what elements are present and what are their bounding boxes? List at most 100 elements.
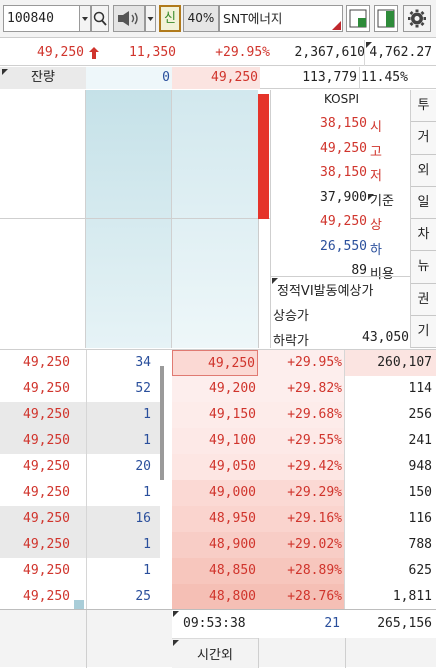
- bid-price[interactable]: 49,000: [172, 480, 258, 506]
- trade-row: 49,250 20: [0, 454, 160, 480]
- corner-mark-icon: [173, 611, 179, 617]
- down-label: 하락가: [273, 334, 309, 349]
- stock-code-input[interactable]: 100840: [3, 5, 80, 32]
- info-row: 49,250 고: [271, 141, 412, 163]
- margin-rate-badge: 40%: [183, 5, 219, 32]
- bid-price[interactable]: 48,800: [172, 584, 258, 610]
- bid-price[interactable]: 49,250: [172, 350, 258, 376]
- after-hours-cell[interactable]: 시간외: [172, 638, 258, 668]
- search-icon: [93, 11, 107, 26]
- bid-row[interactable]: 49,250 +29.95% 260,107: [172, 350, 436, 376]
- code-dropdown-button[interactable]: [79, 5, 91, 32]
- bid-row[interactable]: 48,950 +29.16% 116: [172, 506, 436, 532]
- trade-qty: 1: [143, 485, 151, 500]
- bid-row[interactable]: 48,850 +28.89% 625: [172, 558, 436, 584]
- side-tab[interactable]: 일: [411, 186, 436, 219]
- sound-button[interactable]: [113, 5, 145, 32]
- ask-price-column: [172, 90, 258, 348]
- trade-row: 49,250 34: [0, 350, 160, 376]
- sound-dropdown-button[interactable]: [145, 5, 156, 32]
- toolbar: 100840 신 40% SNT에너지: [0, 0, 436, 38]
- bid-qty: 788: [344, 532, 436, 558]
- corner-mark-icon: [2, 69, 8, 75]
- bid-rate: +28.89%: [258, 558, 344, 584]
- layout-toggle-button[interactable]: [346, 5, 370, 32]
- bid-qty: 241: [344, 428, 436, 454]
- bid-rate: +29.42%: [258, 454, 344, 480]
- ask-total-remain: 0: [86, 67, 172, 89]
- trade-row: 49,250 1: [0, 428, 160, 454]
- bid-total-footer: 265,156: [377, 616, 432, 631]
- stock-name-field[interactable]: SNT에너지: [219, 5, 343, 32]
- info-row: 38,150 저: [271, 165, 412, 187]
- trade-row: 49,250 16: [0, 506, 160, 532]
- bid-qty: 1,811: [344, 584, 436, 610]
- trade-price: 49,250: [23, 589, 70, 604]
- bid-rate: +29.02%: [258, 532, 344, 558]
- bid-price[interactable]: 49,150: [172, 402, 258, 428]
- side-tab[interactable]: 뉴: [411, 251, 436, 284]
- side-tab[interactable]: 외: [411, 154, 436, 187]
- trade-row: 49,250 1: [0, 558, 160, 584]
- trade-qty: 1: [143, 563, 151, 578]
- side-tab[interactable]: 거: [411, 122, 436, 155]
- info-row-label: 하: [370, 242, 382, 258]
- chevron-down-icon: [82, 17, 88, 21]
- bid-row[interactable]: 49,050 +29.42% 948: [172, 454, 436, 480]
- trade-qty: 34: [135, 355, 151, 370]
- margin-rate: 40%: [187, 11, 215, 25]
- layout-toggle-button-2[interactable]: [374, 5, 398, 32]
- footer-summary: 09:53:38 21 265,156: [172, 610, 436, 638]
- lower-limit-bar: [258, 219, 270, 348]
- info-row: 37,900 기준: [271, 190, 412, 212]
- scrollbar-thumb[interactable]: [160, 366, 164, 480]
- credit-label: 신: [164, 11, 176, 26]
- vi-label: 정적VI발동예상가: [277, 284, 374, 299]
- side-tab[interactable]: 기: [411, 315, 436, 348]
- info-row-value: 26,550: [320, 238, 367, 254]
- bid-row[interactable]: 49,000 +29.29% 150: [172, 480, 436, 506]
- trade-row: 49,250 52: [0, 376, 160, 402]
- index-value: 4,762.27: [369, 45, 432, 60]
- trade-price: 49,250: [23, 407, 70, 422]
- trade-volume: 2,367,610: [294, 45, 365, 60]
- bid-qty: 625: [344, 558, 436, 584]
- info-row-label: 상: [370, 218, 382, 233]
- up-label: 상승가: [273, 309, 309, 324]
- bid-qty: 256: [344, 402, 436, 428]
- remain-price: 49,250: [172, 67, 260, 89]
- info-row-value: 38,150: [320, 165, 367, 180]
- bid-price[interactable]: 49,200: [172, 376, 258, 402]
- trade-qty: 16: [135, 511, 151, 526]
- bid-row[interactable]: 49,100 +29.55% 241: [172, 428, 436, 454]
- down-value: 43,050: [362, 330, 409, 345]
- bid-price[interactable]: 48,950: [172, 506, 258, 532]
- bid-row[interactable]: 49,200 +29.82% 114: [172, 376, 436, 402]
- corner-mark-icon: [368, 189, 374, 204]
- bid-row[interactable]: 48,900 +29.02% 788: [172, 532, 436, 558]
- bid-price[interactable]: 48,900: [172, 532, 258, 558]
- market-label: KOSPI: [323, 92, 360, 106]
- trade-price: 49,250: [23, 355, 70, 370]
- split-view-icon: [349, 9, 367, 28]
- trade-price: 49,250: [23, 563, 70, 578]
- credit-button[interactable]: 신: [159, 5, 181, 32]
- info-panel: KOSPI 38,150 시 49,250 고 38,150 저 37,900 기준 49,25…: [270, 90, 412, 349]
- gear-icon: [408, 9, 426, 28]
- side-tab[interactable]: 권: [411, 283, 436, 316]
- bid-row[interactable]: 49,150 +29.68% 256: [172, 402, 436, 428]
- order-book-window: 100840 신 40% SNT에너지 49,250 11,350 +29.95…: [0, 0, 436, 668]
- bid-row[interactable]: 48,800 +28.76% 1,811: [172, 584, 436, 610]
- bid-price[interactable]: 49,100: [172, 428, 258, 454]
- info-row-value: 49,250: [320, 140, 367, 156]
- stock-code-value: 100840: [7, 11, 54, 26]
- side-tab[interactable]: 차: [411, 219, 436, 252]
- bid-price[interactable]: 49,050: [172, 454, 258, 480]
- settings-button[interactable]: [403, 5, 431, 32]
- remain-label-cell: 잔량: [0, 67, 86, 89]
- stock-name: SNT에너지: [223, 11, 283, 26]
- side-tab[interactable]: 투: [411, 90, 436, 123]
- search-button[interactable]: [91, 5, 109, 32]
- trade-row: 49,250 1: [0, 532, 160, 558]
- bid-price[interactable]: 48,850: [172, 558, 258, 584]
